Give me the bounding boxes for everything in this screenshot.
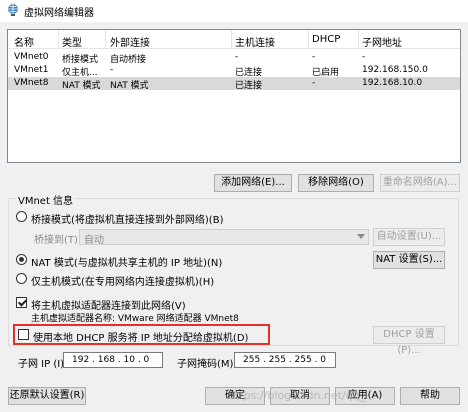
subnet-mask-input[interactable]: 255 . 255 . 255 . 0	[234, 352, 336, 368]
nat-mode-label[interactable]: NAT 模式(与虚拟机共享主机的 IP 地址)(N)	[31, 254, 222, 269]
cell-name: VMnet1	[14, 65, 49, 75]
column-header-subnet[interactable]: 子网地址	[362, 34, 402, 49]
cell-type: NAT 模式	[62, 81, 101, 91]
cell-name: VMnet0	[14, 52, 49, 62]
cell-subnet: -	[362, 52, 366, 62]
title-bar: 虚拟网络编辑器	[0, 0, 468, 22]
bridge-mode-label[interactable]: 桥接模式(将虚拟机直接连接到外部网络)(B)	[31, 211, 223, 226]
use-dhcp-checkbox[interactable]	[18, 329, 29, 340]
bridge-to-select[interactable]: 自动	[79, 229, 369, 246]
help-button[interactable]: 帮助	[400, 387, 460, 405]
dhcp-settings-button[interactable]: DHCP 设置(P)...	[373, 326, 445, 356]
bridge-to-label: 桥接到(T):	[34, 235, 82, 246]
cell-external: NAT 模式	[110, 81, 149, 91]
bridge-mode-radio[interactable]	[16, 211, 27, 222]
subnet-mask-label: 子网掩码(M):	[177, 359, 237, 370]
subnet-ip-input[interactable]: 192 . 168 . 10 . 0	[63, 352, 163, 368]
network-list[interactable]: 名称 类型 外部连接 主机连接 DHCP 子网地址 VMnet0 桥接模式 自动…	[7, 29, 461, 163]
column-divider	[358, 30, 359, 48]
auto-settings-button[interactable]: 自动设置(U)...	[373, 228, 445, 246]
restore-defaults-button[interactable]: 还原默认设置(R)	[8, 387, 86, 405]
cell-subnet: 192.168.150.0	[362, 65, 428, 75]
table-row-vmnet0[interactable]: VMnet0 桥接模式 自动桥接 - - -	[8, 51, 460, 65]
table-row-vmnet8[interactable]: VMnet8 NAT 模式 NAT 模式 已连接 - 192.168.10.0	[8, 77, 460, 91]
cell-external: -	[110, 65, 114, 75]
cell-host: 已连接	[235, 81, 263, 91]
network-globe-icon	[6, 3, 20, 17]
nat-mode-radio[interactable]	[16, 254, 27, 265]
rename-network-button[interactable]: 重命名网络(A)...	[380, 174, 460, 192]
cell-dhcp: -	[312, 78, 316, 88]
connect-adapter-label[interactable]: 将主机虚拟适配器连接到此网络(V)	[31, 297, 186, 312]
add-network-button[interactable]: 添加网络(E)...	[214, 174, 292, 192]
column-divider	[308, 30, 309, 48]
column-header-dhcp[interactable]: DHCP	[312, 34, 340, 45]
column-header-external[interactable]: 外部连接	[110, 34, 150, 49]
watermark-text: https://blog.csdn.net/qq_...	[228, 389, 376, 402]
column-divider	[58, 30, 59, 48]
subnet-ip-label: 子网 IP (I):	[18, 359, 68, 370]
cell-host: -	[235, 52, 239, 62]
table-row-vmnet1[interactable]: VMnet1 仅主机... - 已连接 已启用 192.168.150.0	[8, 64, 460, 78]
host-only-radio[interactable]	[16, 273, 27, 284]
cell-name: VMnet8	[14, 78, 49, 88]
column-header-host[interactable]: 主机连接	[235, 34, 275, 49]
vmnet-info-label: VMnet 信息	[16, 192, 76, 207]
remove-network-button[interactable]: 移除网络(O)	[298, 174, 374, 192]
window-title: 虚拟网络编辑器	[24, 8, 94, 19]
column-divider	[105, 30, 106, 48]
column-header-name[interactable]: 名称	[14, 34, 34, 49]
cell-dhcp: -	[312, 52, 316, 62]
list-header: 名称 类型 外部连接 主机连接 DHCP 子网地址	[8, 30, 460, 49]
chevron-down-icon	[357, 234, 365, 239]
adapter-name-text: 主机虚拟适配器名称: VMware 网络适配器 VMnet8	[31, 314, 239, 324]
bridge-to-value: 自动	[84, 235, 104, 246]
cell-subnet: 192.168.10.0	[362, 78, 423, 88]
column-divider	[231, 30, 232, 48]
column-header-type[interactable]: 类型	[62, 34, 82, 49]
host-only-label[interactable]: 仅主机模式(在专用网络内连接虚拟机)(H)	[31, 273, 214, 288]
connect-adapter-checkbox[interactable]	[16, 297, 27, 308]
use-dhcp-label[interactable]: 使用本地 DHCP 服务将 IP 地址分配给虚拟机(D)	[33, 329, 248, 344]
virtual-network-editor-window: 虚拟网络编辑器 名称 类型 外部连接 主机连接 DHCP 子网地址 VMnet0…	[0, 0, 468, 412]
nat-settings-button[interactable]: NAT 设置(S)...	[373, 251, 445, 269]
